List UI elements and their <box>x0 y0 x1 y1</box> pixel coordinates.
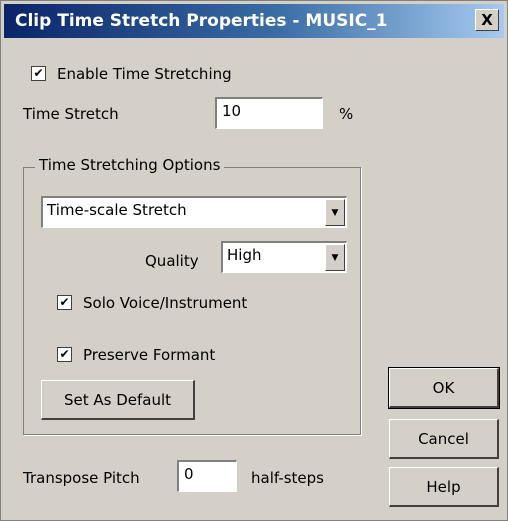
ok-button[interactable]: OK <box>388 367 500 409</box>
solo-voice-label: Solo Voice/Instrument <box>83 294 248 312</box>
stretch-mode-select[interactable]: Time-scale Stretch ▼ <box>41 196 347 228</box>
set-as-default-button[interactable]: Set As Default <box>41 380 195 420</box>
chevron-down-icon[interactable]: ▼ <box>325 199 345 226</box>
preserve-formant-label: Preserve Formant <box>83 346 216 364</box>
close-icon: X <box>481 11 493 29</box>
cancel-button[interactable]: Cancel <box>389 419 499 459</box>
transpose-pitch-unit: half-steps <box>251 469 325 487</box>
time-stretch-label: Time Stretch <box>23 105 119 123</box>
time-stretching-options-label: Time Stretching Options <box>35 156 225 174</box>
preserve-formant-checkbox[interactable]: ✔ <box>57 347 72 362</box>
transpose-pitch-input[interactable]: 0 <box>177 460 237 492</box>
transpose-pitch-label: Transpose Pitch <box>23 469 140 487</box>
quality-select[interactable]: High ▼ <box>221 241 347 273</box>
check-icon: ✔ <box>59 295 70 309</box>
stretch-mode-value: Time-scale Stretch <box>47 201 187 219</box>
solo-voice-checkbox[interactable]: ✔ <box>57 295 72 310</box>
check-icon: ✔ <box>59 347 70 361</box>
help-button[interactable]: Help <box>389 467 499 507</box>
enable-time-stretching-checkbox[interactable]: ✔ <box>31 66 46 81</box>
time-stretch-dialog: Clip Time Stretch Properties - MUSIC_1 X… <box>0 0 508 521</box>
quality-value: High <box>227 246 262 264</box>
window-title: Clip Time Stretch Properties - MUSIC_1 <box>15 11 388 31</box>
quality-label: Quality <box>145 252 199 270</box>
title-bar: Clip Time Stretch Properties - MUSIC_1 X <box>4 4 504 38</box>
check-icon: ✔ <box>33 66 44 80</box>
time-stretch-input[interactable]: 10 <box>215 97 323 129</box>
enable-time-stretching-label: Enable Time Stretching <box>57 65 232 83</box>
time-stretch-unit: % <box>339 105 354 123</box>
close-button[interactable]: X <box>475 9 499 31</box>
chevron-down-icon[interactable]: ▼ <box>325 244 345 271</box>
